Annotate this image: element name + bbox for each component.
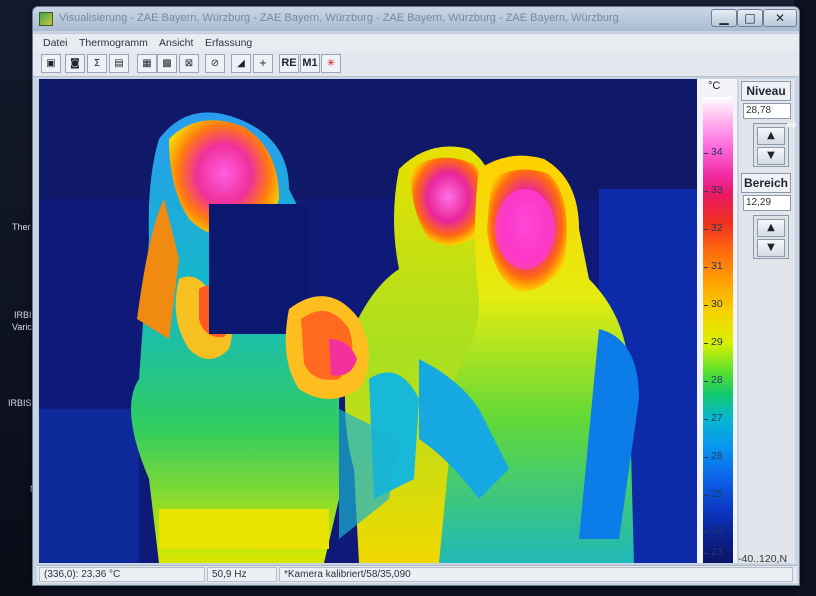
- scale-tick-28: 28: [711, 374, 723, 386]
- status-framerate: 50,9 Hz: [207, 567, 277, 582]
- desktop-label-therm[interactable]: Ther: [12, 222, 31, 233]
- thermogram-graphic: [39, 79, 697, 563]
- level-range-panel: Niveau 28,78 ▲ ▼ Bereich 12,29 ▲ ▼: [739, 79, 795, 563]
- scale-tick-27: 27: [711, 412, 723, 424]
- clock-icon[interactable]: ⊘: [205, 54, 225, 73]
- status-bar: (336,0): 23,36 °C 50,9 Hz *Kamera kalibr…: [37, 565, 797, 583]
- tick-mark: [704, 343, 708, 344]
- bereich-up-button[interactable]: ▲: [757, 219, 785, 237]
- niveau-up-button[interactable]: ▲: [757, 127, 785, 145]
- palette-icon[interactable]: ▩: [157, 54, 177, 73]
- bereich-label: Bereich: [741, 173, 791, 193]
- reset-icon[interactable]: ✳: [321, 54, 341, 73]
- scale-tick-34: 34: [711, 146, 723, 158]
- scale-unit-label: °C: [708, 80, 721, 92]
- scale-tick-24: 24: [711, 524, 723, 536]
- scale-tick-23: 23: [711, 546, 723, 558]
- niveau-down-button[interactable]: ▼: [757, 147, 785, 165]
- tick-mark: [704, 457, 708, 458]
- close-button[interactable]: ✕: [763, 9, 797, 27]
- scale-tick-30: 30: [711, 298, 723, 310]
- scale-tick-26: 26: [711, 450, 723, 462]
- menu-ansicht[interactable]: Ansicht: [159, 37, 193, 49]
- niveau-spinner: ▲ ▼: [753, 123, 789, 167]
- level-icon[interactable]: ◢: [231, 54, 251, 73]
- tick-mark: [704, 305, 708, 306]
- crosshair-icon[interactable]: +: [253, 54, 273, 73]
- window-title: Visualisierung - ZAE Bayern, Würzburg - …: [59, 12, 619, 24]
- sum-icon[interactable]: Σ: [87, 54, 107, 73]
- menu-bar: Datei Thermogramm Ansicht Erfassung: [33, 33, 799, 51]
- tick-mark: [704, 553, 708, 554]
- tick-mark: [704, 229, 708, 230]
- desktop-label-irbis-2[interactable]: IRBIS: [8, 398, 32, 409]
- scale-tick-32: 32: [711, 222, 723, 234]
- minimize-button[interactable]: ▁: [711, 9, 737, 27]
- grid-icon[interactable]: ▦: [137, 54, 157, 73]
- camera-range-tag: -40..120,N: [738, 553, 788, 565]
- tick-mark: [704, 267, 708, 268]
- niveau-field[interactable]: 28,78: [743, 103, 791, 119]
- scale-tick-25: 25: [711, 488, 723, 500]
- thermogram-image[interactable]: [39, 79, 697, 563]
- niveau-label: Niveau: [741, 81, 791, 101]
- status-cursor-temperature: (336,0): 23,36 °C: [39, 567, 205, 582]
- tick-mark: [704, 153, 708, 154]
- camera-icon[interactable]: ◙: [65, 54, 85, 73]
- desktop-label-irbis[interactable]: IRBI: [14, 310, 32, 321]
- desktop-label-vario[interactable]: Varic: [12, 322, 32, 333]
- frame-icon[interactable]: ⊠: [179, 54, 199, 73]
- title-bar[interactable]: Visualisierung - ZAE Bayern, Würzburg - …: [33, 7, 799, 31]
- tick-mark: [704, 191, 708, 192]
- menu-erfassung[interactable]: Erfassung: [205, 37, 252, 49]
- re-button[interactable]: RE: [279, 54, 299, 73]
- display-icon[interactable]: ▤: [109, 54, 129, 73]
- bereich-spinner: ▲ ▼: [753, 215, 789, 259]
- menu-datei[interactable]: Datei: [43, 37, 68, 49]
- resize-cursor-icon: ↔: [786, 118, 797, 133]
- visualisierung-window: Visualisierung - ZAE Bayern, Würzburg - …: [32, 6, 800, 586]
- scale-tick-31: 31: [711, 260, 723, 272]
- tick-mark: [704, 419, 708, 420]
- scale-tick-33: 33: [711, 184, 723, 196]
- scale-tick-29: 29: [711, 336, 723, 348]
- bereich-down-button[interactable]: ▼: [757, 239, 785, 257]
- maximize-button[interactable]: □: [737, 9, 763, 27]
- color-scale-panel: °C 34 33 32 31 30 29 28 27 26 25 24 23: [697, 79, 737, 563]
- tick-mark: [704, 381, 708, 382]
- tick-mark: [704, 495, 708, 496]
- tick-mark: [704, 531, 708, 532]
- app-icon: [39, 12, 53, 26]
- image-icon[interactable]: ▣: [41, 54, 61, 73]
- m1-button[interactable]: M1: [300, 54, 320, 73]
- bereich-field[interactable]: 12,29: [743, 195, 791, 211]
- toolbar: ▣ ◙ Σ ▤ ▦ ▩ ⊠ ⊘ ◢ + RE M1 ✳: [33, 51, 799, 77]
- status-calibration: *Kamera kalibriert/58/35,090: [279, 567, 793, 582]
- menu-thermogramm[interactable]: Thermogramm: [79, 37, 148, 49]
- color-scale-bar: 34 33 32 31 30 29 28 27 26 25 24 23: [703, 97, 733, 563]
